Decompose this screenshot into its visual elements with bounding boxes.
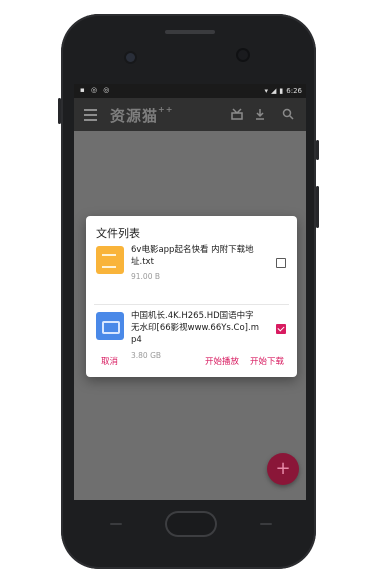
start-play-button[interactable]: 开始播放 [205,355,239,367]
status-time: 6:26 [286,87,302,95]
battery-icon: ▮ [279,87,284,95]
file-list-dialog: 文件列表 6v电影app起名快看 内附下载地址.txt 91.00 B 中国机长… [86,216,297,377]
file-row[interactable]: 6v电影app起名快看 内附下载地址.txt 91.00 B [86,242,297,304]
app-logo: 资源猫++ [110,105,173,126]
start-download-button[interactable]: 开始下载 [250,355,284,367]
video-file-icon [96,312,124,340]
back-key[interactable] [110,523,122,525]
file-name: 中国机长.4K.H265.HD国语中字无水印[66影视www.66Ys.Co].… [131,311,259,345]
status-bar: ▪ ◎ ◎ ▾ ◢ ▮ 6:26 [74,84,306,98]
app-logo-suffix: ++ [158,105,174,114]
notification-icons: ▪ ◎ ◎ [80,86,112,94]
app-bar: 资源猫++ [74,98,306,131]
add-fab-button[interactable]: + [267,453,299,485]
sensor-dot [238,50,248,60]
menu-icon[interactable] [84,107,97,121]
wifi-icon: ▾ [264,87,269,95]
phone-left-button [58,98,61,124]
file-checkbox-checked[interactable] [276,324,286,334]
signal-icon: ◢ [271,87,277,95]
file-name: 6v电影app起名快看 内附下载地址.txt [131,245,254,267]
dialog-actions: 取消 开始播放 开始下载 [86,352,297,368]
download-icon[interactable] [253,108,267,122]
home-button[interactable] [165,511,217,537]
recents-key[interactable] [260,523,272,525]
file-size: 91.00 B [131,272,161,281]
screen: ▪ ◎ ◎ ▾ ◢ ▮ 6:26 资源猫++ 文件列表 6v电影app起名快看 … [74,84,306,500]
tv-icon[interactable] [230,108,244,122]
front-camera [126,53,135,62]
status-right: ▾ ◢ ▮ 6:26 [265,87,303,95]
text-file-icon [96,246,124,274]
cancel-button[interactable]: 取消 [101,355,118,367]
app-logo-text: 资源猫 [110,107,159,125]
search-icon[interactable] [281,108,295,122]
phone-right-button [316,186,319,228]
dialog-title: 文件列表 [96,227,140,240]
file-checkbox[interactable] [276,258,286,268]
earpiece-speaker [165,30,215,34]
phone-right-slider [316,140,319,160]
